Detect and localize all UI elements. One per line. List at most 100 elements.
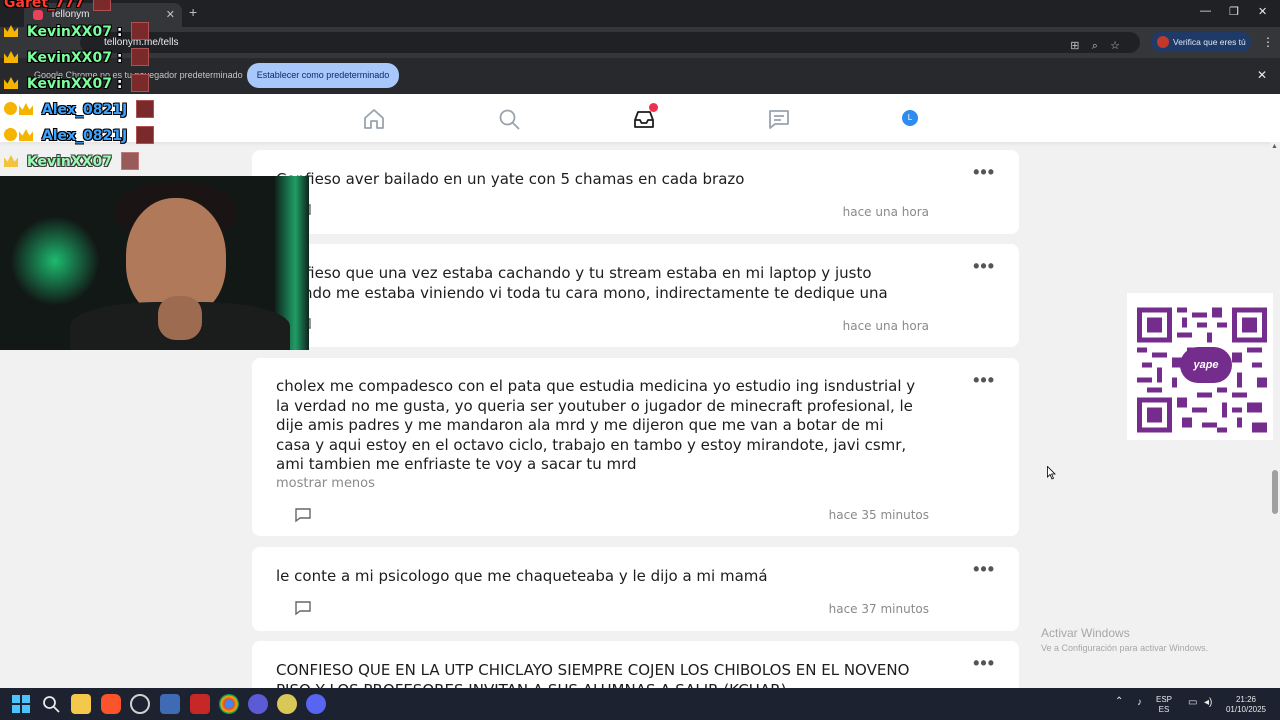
messages-icon[interactable] bbox=[767, 107, 791, 131]
webcam-overlay bbox=[0, 176, 309, 350]
verify-label: Verifica que eres tú bbox=[1173, 37, 1246, 47]
address-bar-row: tellonym.me/tells ⊞ ⌕ ☆ bbox=[0, 27, 1280, 58]
minimize-icon[interactable]: — bbox=[1200, 5, 1211, 17]
calculator-icon[interactable] bbox=[160, 694, 180, 714]
close-tab-icon[interactable]: ✕ bbox=[166, 3, 175, 27]
home-icon[interactable] bbox=[362, 107, 386, 131]
default-browser-infobar: Google Chrome no es tu navegador predete… bbox=[0, 58, 1280, 94]
app-x-icon[interactable] bbox=[190, 694, 210, 714]
crown-badge-icon bbox=[4, 25, 18, 37]
streamer-hand bbox=[158, 296, 202, 340]
language-code: ESP bbox=[1156, 695, 1173, 704]
new-tab-icon[interactable]: + bbox=[189, 4, 197, 20]
crown-badge-icon bbox=[4, 155, 18, 167]
discord-icon[interactable] bbox=[306, 694, 326, 714]
chat-username: Garet_777 bbox=[4, 0, 85, 11]
clock[interactable]: 21:26 01/10/2025 bbox=[1224, 695, 1268, 715]
tell-time: hace 37 minutos bbox=[828, 602, 929, 616]
brave-browser-icon[interactable] bbox=[101, 694, 121, 714]
microphone-icon[interactable]: ♪ bbox=[1137, 698, 1142, 708]
tell-card: cholex me compadesco con el pata que est… bbox=[252, 358, 1019, 536]
chat-avatar bbox=[120, 152, 139, 170]
chat-username: KevinXX07 bbox=[26, 24, 112, 40]
url-field[interactable]: tellonym.me/tells ⊞ ⌕ ☆ bbox=[80, 32, 1140, 53]
translate-icon[interactable]: ⊞ bbox=[1070, 40, 1079, 52]
bookmark-star-icon[interactable]: ☆ bbox=[1110, 40, 1120, 52]
volume-icon[interactable]: ◂) bbox=[1204, 698, 1212, 708]
scroll-up-arrow-icon[interactable]: ▲ bbox=[1271, 143, 1278, 150]
reply-icon[interactable] bbox=[294, 506, 312, 524]
yape-logo: yape bbox=[1180, 347, 1232, 383]
restore-icon[interactable]: ❐ bbox=[1229, 5, 1239, 18]
infobar-close-icon[interactable]: ✕ bbox=[1257, 68, 1267, 82]
watermark-subtitle: Ve a Configuración para activar Windows. bbox=[1041, 643, 1209, 653]
obs-icon[interactable] bbox=[130, 694, 150, 714]
chat-avatar bbox=[136, 126, 155, 144]
crown-badge-icon bbox=[19, 129, 33, 141]
more-options-icon[interactable]: ••• bbox=[973, 162, 995, 183]
network-icon[interactable]: ▭ bbox=[1188, 698, 1197, 708]
chat-username: KevinXX07 bbox=[26, 154, 112, 170]
chat-avatar bbox=[93, 0, 112, 11]
tell-time: hace una hora bbox=[842, 319, 929, 333]
inbox-notification-dot bbox=[649, 103, 658, 112]
chat-username: Alex_0821J bbox=[41, 128, 128, 144]
chat-message: Garet_777 bbox=[4, 0, 112, 13]
chat-username: Alex_0821J bbox=[41, 102, 128, 118]
reply-icon[interactable] bbox=[294, 599, 312, 617]
clock-time: 21:26 bbox=[1235, 695, 1257, 704]
chat-avatar bbox=[136, 100, 155, 118]
search-icon[interactable] bbox=[497, 107, 521, 131]
chat-avatar bbox=[131, 22, 150, 40]
tell-time: hace 35 minutos bbox=[828, 508, 929, 522]
set-default-button[interactable]: Establecer como predeterminado bbox=[247, 63, 399, 88]
tell-text: Confieso que una vez estaba cachando y t… bbox=[276, 264, 888, 302]
url-toolbar: ⊞ ⌕ ☆ bbox=[1070, 36, 1120, 57]
more-options-icon[interactable]: ••• bbox=[973, 256, 995, 277]
tell-card: Confieso aver bailado en un yate con 5 c… bbox=[252, 150, 1019, 234]
chat-message: Alex_0821J bbox=[4, 126, 155, 146]
chat-message: KevinXX07 : bbox=[4, 74, 150, 94]
sub-badge-icon bbox=[4, 102, 17, 115]
chrome-menu-icon[interactable]: ⋮ bbox=[1262, 35, 1274, 49]
language-indicator[interactable]: ESP ES bbox=[1156, 695, 1172, 715]
close-window-icon[interactable]: ✕ bbox=[1258, 5, 1267, 18]
more-options-icon[interactable]: ••• bbox=[973, 559, 995, 580]
clock-date: 01/10/2025 bbox=[1225, 705, 1267, 714]
verify-profile-chip[interactable]: Verifica que eres tú bbox=[1151, 32, 1251, 52]
show-less-link[interactable]: mostrar menos bbox=[276, 476, 375, 491]
tell-card: le conte a mi psicologo que me chaquetea… bbox=[252, 547, 1019, 631]
green-light-glow bbox=[10, 216, 100, 306]
chat-username: KevinXX07 bbox=[26, 76, 112, 92]
scrollbar-thumb[interactable] bbox=[1272, 470, 1278, 514]
tray-chevron-icon[interactable]: ⌃ bbox=[1115, 697, 1123, 707]
taskbar-search-icon[interactable] bbox=[41, 694, 61, 714]
more-options-icon[interactable]: ••• bbox=[973, 653, 995, 674]
chat-separator: : bbox=[116, 24, 123, 40]
chat-message: Alex_0821J bbox=[4, 100, 155, 120]
tell-card: Confieso que una vez estaba cachando y t… bbox=[252, 244, 1019, 347]
chat-username: KevinXX07 bbox=[26, 50, 112, 66]
chat-avatar bbox=[131, 74, 150, 92]
watermark-title: Activar Windows bbox=[1041, 626, 1130, 640]
chat-message: KevinXX07 : bbox=[4, 22, 150, 42]
crown-badge-icon bbox=[4, 77, 18, 89]
windows-activation-watermark: Activar Windows Ve a Configuración para … bbox=[1041, 626, 1208, 653]
tell-text: cholex me compadesco con el pata que est… bbox=[276, 377, 916, 473]
app-gold-icon[interactable] bbox=[277, 694, 297, 714]
profile-avatar-icon bbox=[1157, 36, 1169, 48]
crown-badge-icon bbox=[19, 103, 33, 115]
chat-separator: : bbox=[116, 50, 123, 66]
profile-avatar[interactable]: L bbox=[902, 110, 918, 126]
start-button[interactable] bbox=[11, 694, 31, 714]
crown-badge-icon bbox=[4, 51, 18, 63]
chat-avatar bbox=[131, 48, 150, 66]
zoom-icon[interactable]: ⌕ bbox=[1092, 40, 1098, 52]
file-explorer-icon[interactable] bbox=[71, 694, 91, 714]
tell-text: Confieso aver bailado en un yate con 5 c… bbox=[276, 170, 745, 188]
mouse-cursor-icon bbox=[1047, 466, 1056, 480]
chrome-icon[interactable] bbox=[219, 694, 239, 714]
app-circle-icon[interactable] bbox=[248, 694, 268, 714]
sub-badge-icon bbox=[4, 128, 17, 141]
more-options-icon[interactable]: ••• bbox=[973, 370, 995, 391]
